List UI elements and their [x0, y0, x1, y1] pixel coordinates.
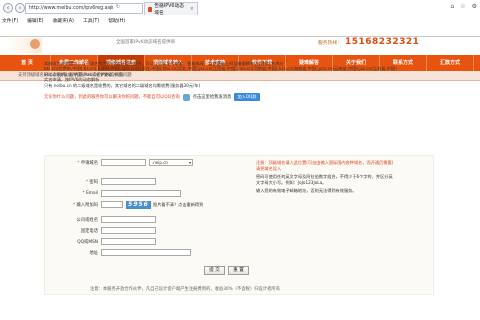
email-input[interactable]	[101, 190, 181, 197]
field-label-password: * 密码	[85, 179, 98, 185]
form-row-domain: * 申请域名 .neip.cn ▾	[44, 158, 193, 167]
notice-text: 无论你什么问题，到此的服务你可以解决你的问题，不能自可以QQ咨询	[44, 95, 180, 101]
address-tools: ⌕ ↻	[110, 4, 120, 10]
browser-nav-buttons: ‹ ›	[3, 3, 25, 13]
hotline-label: 服务热线：	[318, 41, 342, 46]
captcha-refresh-link[interactable]: 图片看不清？点击重新得到	[153, 202, 203, 208]
field-label-email: * Email	[82, 191, 98, 196]
form-buttons: 提 交 重 置	[204, 266, 249, 275]
domain-suffix-value: .neip.cn	[152, 160, 168, 165]
field-label-address: 地址	[89, 250, 98, 256]
favicon-icon	[148, 6, 153, 12]
star-icon[interactable]: ☆	[460, 3, 465, 10]
help-password: 密码可使用任何英文字母及阿拉伯数字组合，不得少于6个字符，并区分英文字母大小写。…	[256, 174, 393, 185]
intro-text: 本服务为收费服务，以下域名专为IPV6地址用户提供，可以让您家里的电脑、智能电视…	[44, 61, 434, 88]
join-qq-group-button[interactable]: 加入QQ群	[234, 93, 260, 102]
domain-input[interactable]	[101, 159, 146, 166]
register-form: * 申请域名 .neip.cn ▾ * 密码 * Email * 输入附加码 5…	[44, 155, 434, 296]
form-row-address: 地址	[44, 248, 191, 257]
intro-line: 只有 neibu.cn 的二级域名是收费的，其它域名的二级域名均需收费(服务器3…	[44, 82, 201, 88]
domain-suffix-select[interactable]: .neip.cn ▾	[149, 159, 193, 166]
name-input[interactable]	[101, 216, 156, 223]
footer-note: 注意：本服务开放合作伙伴，凡自己设计客户端产生注册费用的，收益30%（不含税）归…	[90, 287, 281, 292]
captcha-image[interactable]: 5956	[126, 200, 151, 209]
close-icon[interactable]: ×	[190, 6, 194, 12]
menu-favorites[interactable]: 收藏夹(A)	[52, 17, 73, 24]
address-input[interactable]	[101, 249, 191, 256]
hotline-phone: 15168232321	[345, 37, 420, 47]
browser-chrome: ‹ › http://www.meibu.com/ipv6reg.asp ⌕ ↻…	[0, 0, 480, 37]
gear-icon[interactable]: ⚙	[472, 3, 477, 10]
refresh-icon[interactable]: ↻	[116, 4, 120, 10]
search-icon[interactable]: ⌕	[110, 4, 113, 10]
help-email: 输入您的有效电子邮箱地址，否则无法得到有效服务。	[256, 188, 357, 193]
address-bar[interactable]: http://www.meibu.com/ipv6reg.asp	[25, 3, 143, 14]
menu-bar: 文件(F) 编辑(E) 收藏夹(A) 工具(T) 帮助(H)	[2, 17, 125, 24]
menu-edit[interactable]: 编辑(E)	[27, 17, 43, 24]
submit-button[interactable]: 提 交	[204, 266, 225, 275]
chevron-down-icon: ▾	[188, 160, 191, 165]
intro-section: 本服务为收费服务，以下域名专为IPV6地址用户提供，可以让您家里的电脑、智能电视…	[44, 61, 434, 102]
home-icon[interactable]: ⌂	[450, 3, 454, 10]
menu-file[interactable]: 文件(F)	[2, 17, 18, 24]
form-row-name: 公司或姓名	[44, 215, 156, 224]
field-label-phone: 固定电话	[80, 228, 98, 234]
captcha-input[interactable]	[101, 201, 123, 208]
reset-button[interactable]: 重 置	[228, 266, 249, 275]
form-row-email: * Email	[44, 189, 181, 198]
slogan: 全国首家IPv6动态域名提供商	[116, 40, 176, 45]
password-input[interactable]	[101, 178, 156, 185]
notice-row: 无论你什么问题，到此的服务你可以解决你的问题，不能自可以QQ咨询 点击这里给我发…	[44, 93, 434, 102]
form-row-password: * 密码	[44, 177, 156, 186]
form-row-phone: 固定电话	[44, 226, 156, 235]
qq-input[interactable]	[101, 238, 156, 245]
address-url: http://www.meibu.com/ipv6reg.asp	[29, 6, 114, 11]
phone-input[interactable]	[101, 227, 156, 234]
menu-tools[interactable]: 工具(T)	[83, 17, 99, 24]
form-row-captcha: * 输入附加码 5956 图片看不清？点击重新得到	[44, 200, 203, 209]
back-icon[interactable]: ‹	[3, 3, 13, 13]
field-label-captcha: * 输入附加码	[73, 202, 98, 208]
qq-icon[interactable]	[182, 93, 190, 101]
nav-payment[interactable]: 汇款方式	[427, 55, 474, 71]
window-controls: ⌂ ☆ ⚙	[450, 3, 477, 10]
field-label-domain: * 申请域名	[77, 160, 98, 166]
field-label-qq: QQ或MSN	[77, 239, 98, 245]
forward-icon[interactable]: ›	[15, 3, 25, 13]
form-row-qq: QQ或MSN	[44, 237, 156, 246]
form-help-notes: 注册：顶级域名请入此位置(可自由输入国际国内各种域名，而开通后需要)请把域名设入…	[256, 160, 396, 194]
logo-icon	[30, 39, 40, 49]
site-header: 全国首家IPv6动态域名提供商 服务热线： 15168232321	[0, 37, 480, 55]
qq-contact-link[interactable]: 点击这里给我发消息	[193, 94, 232, 100]
menu-help[interactable]: 帮助(H)	[108, 17, 125, 24]
help-domain: 注册：顶级域名请入此位置(可自由输入国际国内各种域名，而开通后需要)请把域名设入	[256, 160, 394, 171]
browser-tab[interactable]: 告循IPV6动态域名 ×	[144, 2, 198, 16]
field-label-name: 公司或姓名	[76, 217, 98, 223]
tab-title: 告循IPV6动态域名	[154, 4, 185, 16]
